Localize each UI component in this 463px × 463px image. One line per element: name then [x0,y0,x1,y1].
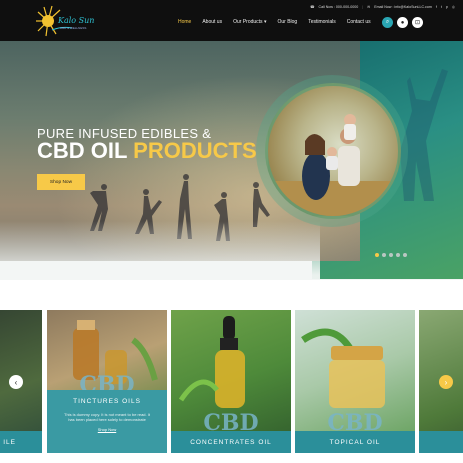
product-carousel: ILE CBD TINCTURES OILS This is dummy cop… [0,310,463,463]
nav-item-testimonials[interactable]: Testimonials [308,19,336,25]
site-header: Kalo Sun CBD & WELLNESS ☎ Call Now : 000… [0,0,463,41]
user-icon[interactable]: ● [397,17,408,28]
mail-icon: ✉ [367,5,371,9]
family-photo [265,83,401,219]
hero-bottom-fade [0,221,320,280]
nav-item-products[interactable]: Our Products ▾ [233,19,266,25]
contact-topbar: ☎ Call Now : 000-000-0000 | ✉ Email Now … [310,5,455,9]
topbar-phone[interactable]: Call Now : 000-000-0000 [319,5,359,9]
hero-heading-line2: CBD OIL PRODUCTS [37,138,257,164]
product-label: ILE [0,431,42,453]
slider-dot[interactable] [389,253,393,257]
nav-item-about[interactable]: About us [202,19,222,25]
cart-icon[interactable]: ⊡ [412,17,423,28]
slider-dot[interactable] [375,253,379,257]
hero-heading-yellow: PRODUCTS [133,138,257,163]
nav-item-blog[interactable]: Our Blog [277,19,297,25]
brand-tagline: CBD & WELLNESS [60,26,87,30]
slider-dots [375,253,407,257]
product-hover-panel: TINCTURES OILS This is dummy copy. It is… [47,390,167,453]
nav-item-products-label: Our Products [233,19,263,25]
logo[interactable]: Kalo Sun CBD & WELLNESS [34,4,98,38]
product-card-concentrates[interactable]: CBD CONCENTRATES OIL [171,310,291,453]
product-title: CONCENTRATES OIL [171,431,291,453]
page: Kalo Sun CBD & WELLNESS ☎ Call Now : 000… [0,0,463,463]
carousel-next-arrow-icon[interactable]: › [439,375,453,389]
product-description: This is dummy copy. It is not meant to b… [64,412,150,422]
chevron-down-icon: ▾ [263,19,267,25]
nav-item-contact[interactable]: Contact us [347,19,371,25]
shop-now-button[interactable]: Shop Now [37,174,85,190]
product-label-bar [419,431,463,453]
product-card-tinctures[interactable]: CBD TINCTURES OILS This is dummy copy. I… [47,310,167,453]
slider-dot[interactable] [382,253,386,257]
header-actions: ⌕ ● ⊡ [382,17,423,28]
phone-icon: ☎ [310,5,315,9]
main-nav: Home About us Our Products ▾ Our Blog Te… [178,19,371,25]
product-shop-link[interactable]: Shop Now [47,427,167,432]
product-card-topical[interactable]: CBD TOPICAL OIL [295,310,415,453]
topbar-divider: | [362,5,364,9]
instagram-icon[interactable]: ◎ [452,5,455,9]
hero-slider: PURE INFUSED EDIBLES & CBD OIL PRODUCTS … [0,41,463,280]
product-title: TINCTURES OILS [73,398,141,405]
hero-heading-white: CBD OIL [37,138,128,163]
nav-item-home[interactable]: Home [178,19,191,25]
slider-dot[interactable] [403,253,407,257]
brand-name: Kalo Sun [58,16,95,25]
carousel-prev-arrow-icon[interactable]: ‹ [9,375,23,389]
twitter-icon[interactable]: t [441,5,442,9]
family-image [268,114,398,216]
slider-dot[interactable] [396,253,400,257]
search-icon[interactable]: ⌕ [382,17,393,28]
topbar-email[interactable]: Email Now : info@KaloSunLLC.com [374,5,432,9]
pinterest-icon[interactable]: p [446,5,448,9]
product-title: TOPICAL OIL [295,431,415,453]
facebook-icon[interactable]: f [436,5,437,9]
